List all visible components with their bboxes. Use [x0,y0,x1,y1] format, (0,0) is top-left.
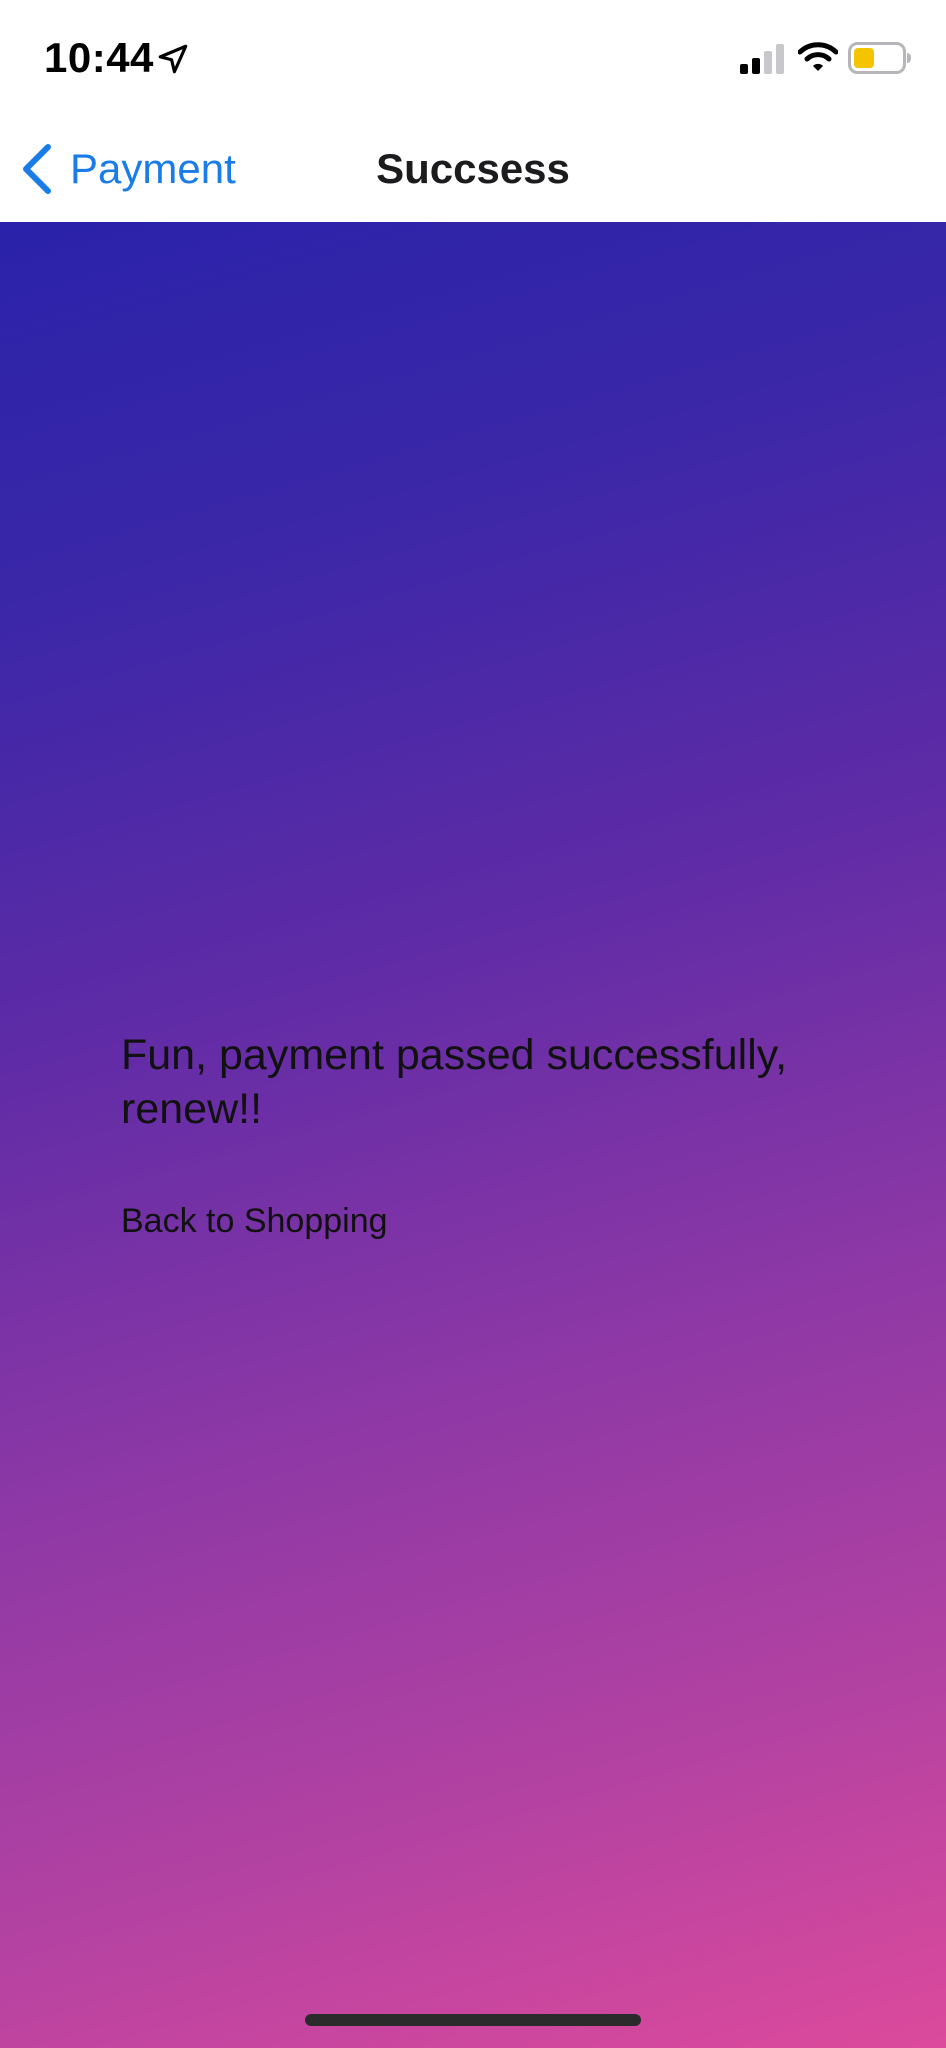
back-to-shopping-button[interactable]: Back to Shopping [121,1202,388,1241]
status-bar: 10:44 [0,0,946,115]
back-button[interactable]: Payment [20,139,236,199]
success-content: Fun, payment passed successfully, renew!… [0,222,946,2048]
back-button-label: Payment [70,145,236,192]
location-arrow-icon [158,44,188,74]
navigation-bar: Succsess Payment [0,115,946,222]
cellular-signal-icon [740,44,784,74]
screen: 10:44 Succsess Payment Fun, payment pass… [0,0,946,2048]
status-time: 10:44 [44,34,154,81]
chevron-left-icon [23,144,51,194]
battery-icon [848,42,911,74]
success-message: Fun, payment passed successfully, renew!… [121,1031,788,1133]
wifi-icon [798,42,838,71]
home-indicator[interactable] [305,2014,641,2026]
